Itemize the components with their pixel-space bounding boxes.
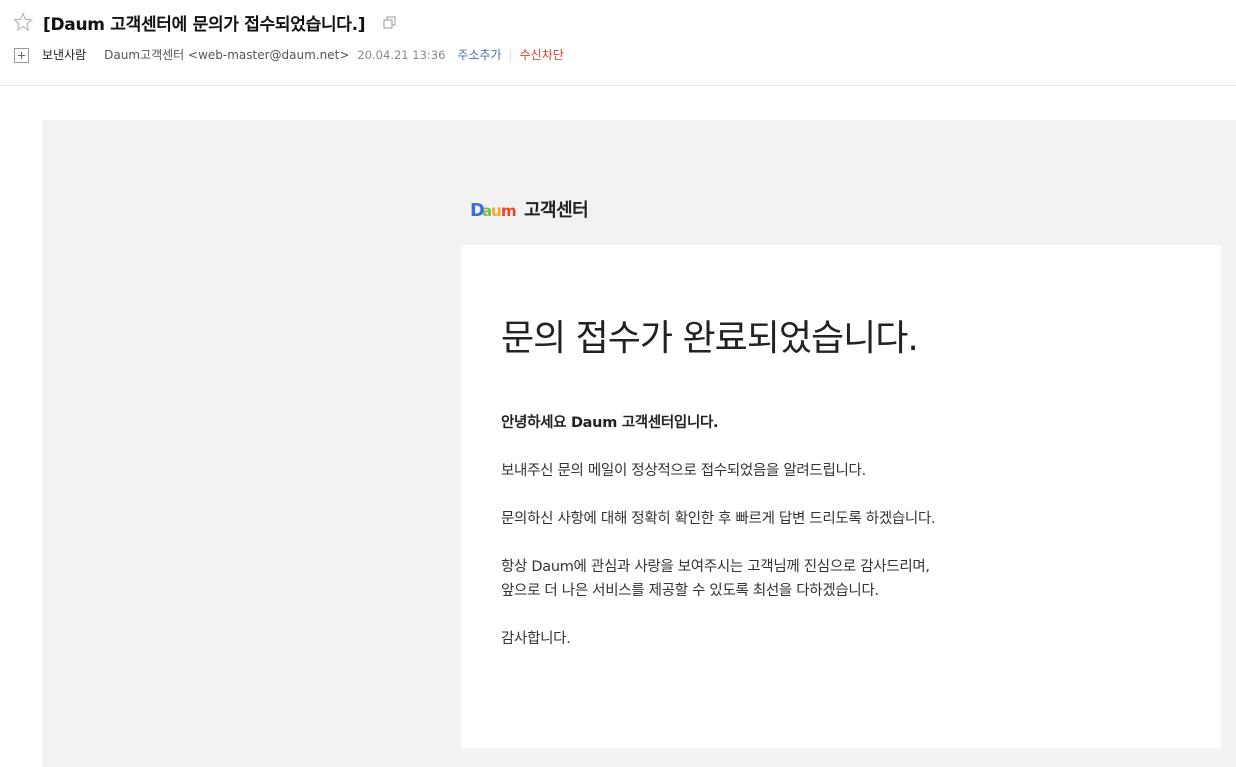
copy-icon[interactable] <box>383 16 396 29</box>
divider: | <box>508 47 513 62</box>
mail-header: [Daum 고객센터에 문의가 접수되었습니다.] 보낸사람 Daum고객센터 … <box>0 0 1236 86</box>
sender-address[interactable]: Daum고객센터 <web-master@daum.net> <box>104 46 349 63</box>
sender-label: 보낸사람 <box>42 48 87 62</box>
body-line: 항상 Daum에 관심과 사랑을 보여주시는 고객님께 진심으로 감사드리며, <box>501 559 930 575</box>
closing-text: 감사합니다. <box>501 631 571 647</box>
logo-text: 고객센터 <box>524 200 589 221</box>
body-line: 보내주신 문의 메일이 정상적으로 접수되었음을 알려드립니다. <box>501 463 866 479</box>
sender-row: 보낸사람 Daum고객센터 <web-master@daum.net> 20.0… <box>42 46 564 63</box>
add-address-link[interactable]: 주소추가 <box>457 46 501 63</box>
greeting-text: 안녕하세요 Daum 고객센터입니다. <box>501 415 719 431</box>
daum-logo-icon: D a u m <box>470 200 517 221</box>
block-sender-link[interactable]: 수신차단 <box>520 46 564 63</box>
star-icon[interactable] <box>13 12 33 32</box>
daum-logo: D a u m 고객센터 <box>470 196 589 222</box>
expand-recipients-button[interactable] <box>14 48 29 63</box>
mail-title: 문의 접수가 완료되었습니다. <box>501 318 919 359</box>
mail-date: 20.04.21 13:36 <box>357 47 446 62</box>
svg-text:m: m <box>501 202 517 220</box>
body-line: 앞으로 더 나은 서비스를 제공할 수 있도록 최선을 다하겠습니다. <box>501 583 879 599</box>
mail-content-card: 문의 접수가 완료되었습니다. 안녕하세요 Daum 고객센터입니다. 보내주신… <box>461 245 1221 748</box>
mail-subject: [Daum 고객센터에 문의가 접수되었습니다.] <box>43 15 366 35</box>
body-line: 문의하신 사항에 대해 정확히 확인한 후 빠르게 답변 드리도록 하겠습니다. <box>501 511 936 527</box>
mail-message: 안녕하세요 Daum 고객센터입니다. 보내주신 문의 메일이 정상적으로 접수… <box>501 411 1181 675</box>
